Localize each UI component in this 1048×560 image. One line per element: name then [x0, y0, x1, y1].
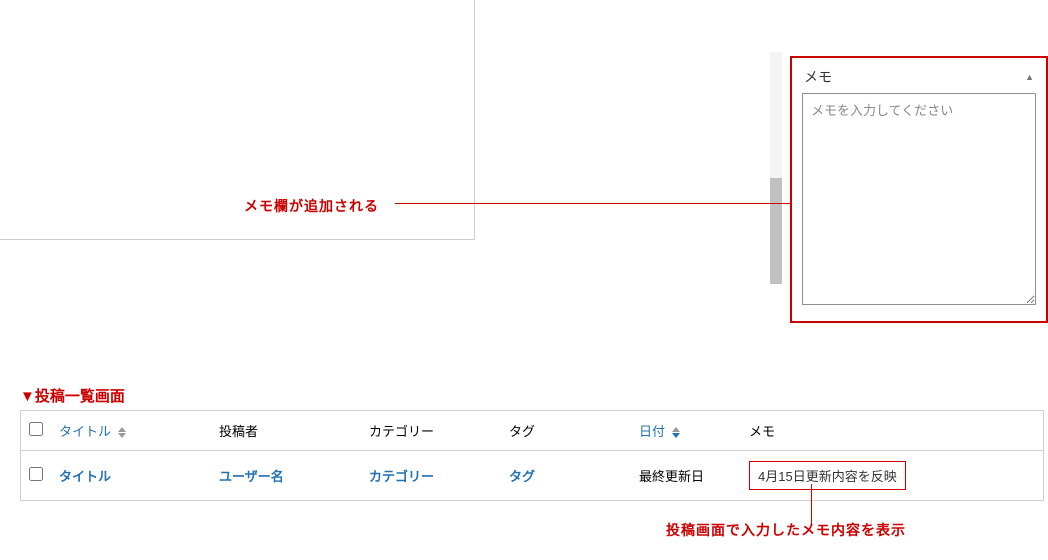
- author-cell: ユーザー名: [211, 451, 361, 501]
- sort-icon: [672, 427, 680, 438]
- row-checkbox[interactable]: [29, 467, 43, 481]
- scrollbar-thumb[interactable]: [770, 178, 782, 284]
- editor-area: [0, 0, 475, 240]
- table-row: タイトル ユーザー名 カテゴリー タグ 最終更新日 4月15日更新内容を反映: [21, 451, 1044, 501]
- memo-column-header: メモ: [741, 411, 1044, 451]
- memo-textarea[interactable]: [802, 93, 1036, 305]
- memo-cell-value: 4月15日更新内容を反映: [749, 461, 906, 490]
- select-all-checkbox[interactable]: [29, 422, 43, 436]
- author-link[interactable]: ユーザー名: [219, 469, 284, 484]
- select-all-header: [21, 411, 52, 451]
- collapse-toggle-icon[interactable]: ▲: [1025, 72, 1034, 82]
- category-cell: カテゴリー: [361, 451, 501, 501]
- category-link[interactable]: カテゴリー: [369, 469, 434, 484]
- memo-header: メモ ▲: [792, 58, 1046, 93]
- list-screen-heading: ▼投稿一覧画面: [20, 385, 125, 406]
- tag-column-header: タグ: [501, 411, 631, 451]
- memo-title: メモ: [804, 67, 832, 87]
- row-checkbox-cell: [21, 451, 52, 501]
- annotation-line: [395, 203, 790, 204]
- title-column-header[interactable]: タイトル: [51, 411, 211, 451]
- date-cell: 最終更新日: [631, 451, 741, 501]
- table-header-row: タイトル 投稿者 カテゴリー タグ 日付 メモ: [21, 411, 1044, 451]
- tag-link[interactable]: タグ: [509, 469, 535, 484]
- annotation-memo-display: 投稿画面で入力したメモ内容を表示: [666, 520, 906, 540]
- post-title-link[interactable]: タイトル: [59, 469, 111, 484]
- date-header-label: 日付: [639, 424, 665, 439]
- tag-cell: タグ: [501, 451, 631, 501]
- memo-cell: 4月15日更新内容を反映: [741, 451, 1044, 501]
- date-column-header[interactable]: 日付: [631, 411, 741, 451]
- title-header-label: タイトル: [59, 424, 111, 439]
- category-column-header: カテゴリー: [361, 411, 501, 451]
- posts-list-table: タイトル 投稿者 カテゴリー タグ 日付 メモ タイトル ユーザー名: [20, 410, 1044, 501]
- sort-icon: [118, 427, 126, 438]
- author-column-header: 投稿者: [211, 411, 361, 451]
- scrollbar-track[interactable]: [770, 52, 782, 264]
- title-cell: タイトル: [51, 451, 211, 501]
- memo-metabox: メモ ▲: [790, 56, 1048, 323]
- annotation-memo-added: メモ欄が追加される: [244, 196, 379, 216]
